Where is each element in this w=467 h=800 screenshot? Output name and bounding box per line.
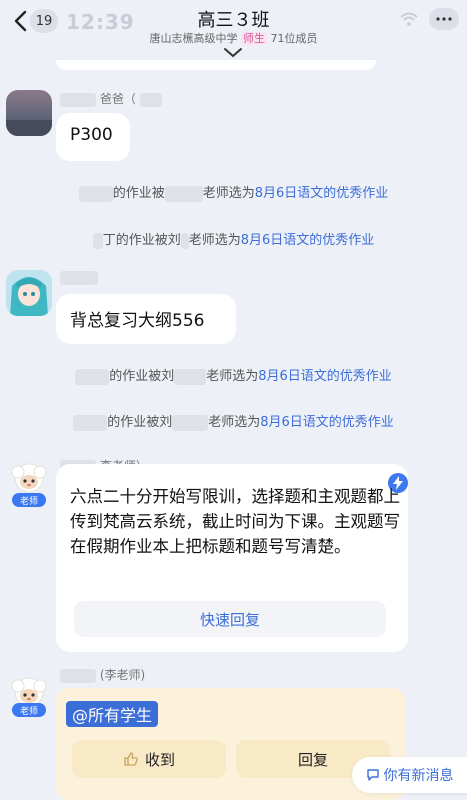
sender-name: (李老师) [60,666,145,683]
message-text: P300 [70,125,113,145]
received-button[interactable]: 收到 [72,740,226,778]
status-icons [399,8,459,30]
highlight-link[interactable]: 8月6日语文的优秀作业 [258,369,392,384]
avatar[interactable] [6,270,52,316]
system-message: 的作业被 老师选为8月6日语文的优秀作业 [0,182,467,202]
message-text: 背总复习大纲556 [70,311,205,331]
highlight-link[interactable]: 8月6日语文的优秀作业 [255,186,389,201]
school-name: 唐山志櫵高级中学 [149,32,238,45]
avatar[interactable] [6,90,52,136]
more-button[interactable] [429,8,459,30]
chat-bubble-icon [366,769,379,781]
more-dots-icon [436,17,452,21]
notice-text: 六点二十分开始写限训，选择题和主观题都上传到梵高云系统，截止时间为下课。主观题写… [70,487,400,556]
previous-message-bubble [56,60,376,70]
sender-name: 爸爸（ [60,90,162,107]
avatar-anime-image [6,270,52,316]
message-bubble[interactable]: 背总复习大纲556 [56,294,236,344]
highlight-link[interactable]: 8月6日语文的优秀作业 [260,415,394,430]
new-message-label: 你有新消息 [383,768,454,784]
system-message: 丁的作业被刘 老师选为8月6日语文的优秀作业 [0,229,467,249]
avatar-landscape-image [6,90,52,136]
group-subtitle: 唐山志櫵高级中学 师生 71位成员 [0,30,467,46]
member-count[interactable]: 71位成员 [271,32,318,45]
teacher-role-badge: 老师 [12,703,46,717]
message-bubble[interactable]: P300 [56,113,130,161]
wifi-icon [400,12,418,26]
new-message-indicator[interactable]: 你有新消息 [352,757,467,793]
mention-all-students[interactable]: @所有学生 [66,701,159,727]
group-type-tag: 师生 [241,32,267,45]
highlight-link[interactable]: 8月6日语文的优秀作业 [241,233,375,248]
system-message: 的作业被刘 老师选为8月6日语文的优秀作业 [0,365,467,385]
received-label: 收到 [144,750,175,769]
quick-reply-button[interactable]: 快速回复 [74,601,386,637]
page-title: 高三３班 [197,10,270,31]
chevron-down-icon[interactable] [222,46,244,60]
teacher-role-badge: 老师 [12,493,46,507]
system-message: 的作业被刘 老师选为8月6日语文的优秀作业 [0,411,467,431]
sender-name [60,270,98,285]
thumbs-up-icon [124,752,138,766]
chat-header: 19 12:39 高三３班 唐山志櫵高级中学 师生 71位成员 [0,0,467,62]
